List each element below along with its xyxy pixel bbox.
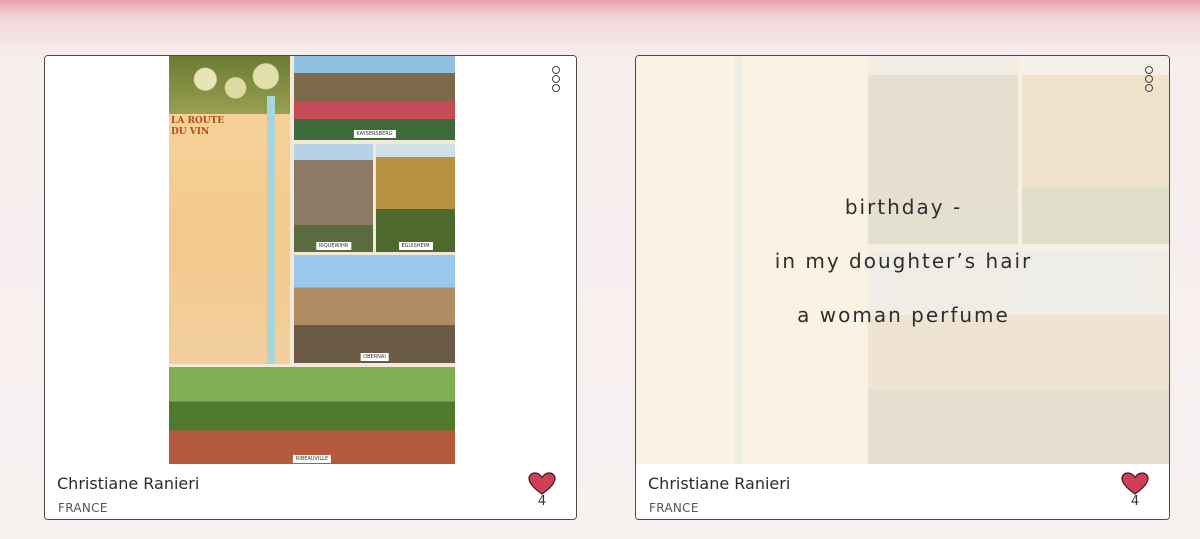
more-vertical-icon[interactable]: [1145, 66, 1155, 92]
photo-label: EGUISHEIM: [398, 242, 433, 250]
photo-kaysersberg: KAYSERSBERG: [294, 56, 455, 140]
card-image[interactable]: LA ROUTE DU VIN KAYSERSBERG RIQUEWIHR EG…: [45, 56, 576, 466]
author-name[interactable]: Christiane Ranieri: [648, 474, 790, 493]
haiga-card-postcard[interactable]: LA ROUTE DU VIN KAYSERSBERG RIQUEWIHR EG…: [44, 55, 577, 520]
heart-icon[interactable]: [528, 472, 556, 496]
menu-dot: [1145, 66, 1153, 74]
photo-riquewihr: RIQUEWIHR: [294, 144, 373, 252]
postcard-image: LA ROUTE DU VIN KAYSERSBERG RIQUEWIHR EG…: [169, 56, 455, 465]
like-button[interactable]: 4: [528, 472, 556, 509]
photo-ribeauville: RIBEAUVILLE: [169, 367, 455, 465]
menu-dot: [1145, 84, 1153, 92]
photo-label: RIBEAUVILLE: [292, 455, 332, 463]
menu-dot: [552, 75, 560, 83]
river-line: [257, 96, 290, 364]
haiku-line-3: a woman perfume: [797, 302, 1010, 327]
photo-label: RIQUEWIHR: [315, 242, 352, 250]
card-footer: Christiane Ranieri FRANCE 4: [45, 464, 576, 519]
postcard-title-line2: DU VIN: [171, 127, 210, 137]
haiku-text: birthday - in my doughter’s hair a woman…: [636, 56, 1169, 465]
menu-dot: [552, 84, 560, 92]
photo-eguisheim: EGUISHEIM: [376, 144, 455, 252]
like-count: 4: [1130, 494, 1140, 509]
photo-label: OBERNAI: [360, 353, 389, 361]
author-country: FRANCE: [58, 501, 108, 515]
author-country: FRANCE: [649, 501, 699, 515]
more-vertical-icon[interactable]: [552, 66, 562, 92]
haiku-line-1: birthday -: [844, 194, 963, 219]
card-footer: Christiane Ranieri FRANCE 4: [636, 464, 1169, 519]
menu-dot: [1145, 75, 1153, 83]
card-image[interactable]: birthday - in my doughter’s hair a woman…: [636, 56, 1169, 466]
haiga-card-poem[interactable]: birthday - in my doughter’s hair a woman…: [635, 55, 1170, 520]
haiku-line-2: in my doughter’s hair: [774, 248, 1033, 273]
photo-label: KAYSERSBERG: [353, 130, 396, 138]
author-name[interactable]: Christiane Ranieri: [57, 474, 199, 493]
postcard-title-line1: LA ROUTE: [171, 116, 225, 126]
heart-icon[interactable]: [1121, 472, 1149, 496]
like-button[interactable]: 4: [1121, 472, 1149, 509]
photo-obernai: OBERNAI: [294, 255, 455, 363]
like-count: 4: [537, 494, 547, 509]
postcard-title: LA ROUTE DU VIN: [171, 116, 224, 138]
menu-dot: [552, 66, 560, 74]
